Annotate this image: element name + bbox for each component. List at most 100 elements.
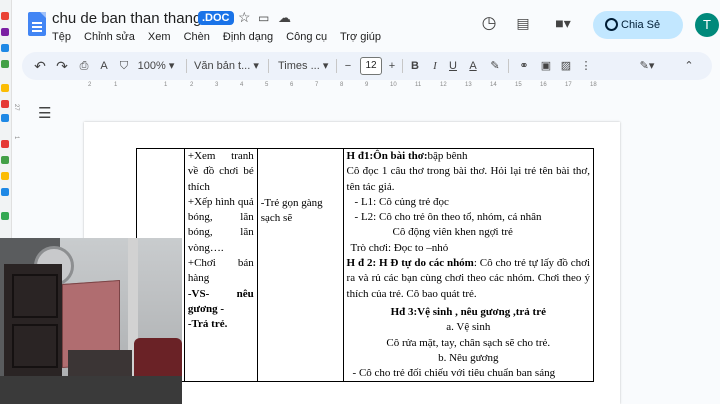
content-paragraph: Cô rửa mặt, tay, chân sạch sẽ cho trẻ.	[386, 336, 551, 349]
activity-text: -VS- nêu gương -	[187, 287, 254, 315]
editing-mode-icon[interactable]: ✎▾	[634, 52, 660, 80]
ruler-mark: 4	[240, 82, 244, 88]
insert-image-icon[interactable]: ▨	[558, 52, 574, 80]
app-icon[interactable]	[1, 44, 9, 52]
paint-format-icon[interactable]: ⛉	[116, 52, 132, 80]
ruler-mark: 10	[390, 82, 397, 88]
lesson-table: +Xem tranh về đồ chơi bé thích +Xếp hình…	[136, 147, 595, 383]
app-icon[interactable]	[1, 114, 9, 122]
ruler-mark: 7	[315, 82, 319, 88]
more-options-icon[interactable]: ⋮	[578, 52, 594, 80]
app-icon[interactable]	[1, 60, 9, 68]
share-label: Chia Sẻ	[621, 19, 661, 31]
table-cell-content[interactable]: H đ1:Ôn bài thơ:bập bênh Cô đọc 1 câu th…	[342, 147, 595, 383]
ruler-mark: 11	[415, 82, 422, 88]
content-list-item: Cô động viên khen ngợi trẻ	[392, 226, 513, 239]
bold-icon[interactable]: B	[408, 52, 422, 80]
table-cell-goal[interactable]: -Trẻ gọn gàng sạch sẽ	[256, 147, 344, 383]
table-cell-activities[interactable]: +Xem tranh về đồ chơi bé thích +Xếp hình…	[183, 147, 258, 383]
docs-logo-icon[interactable]	[28, 12, 46, 36]
italic-icon[interactable]: I	[428, 52, 442, 80]
formatting-toolbar: ↶ ↷ ⎙ A ⛉ 100% ▾ Văn bản t... ▾ Times ..…	[22, 52, 712, 80]
app-icon[interactable]	[1, 188, 9, 196]
avatar[interactable]: T	[695, 13, 719, 37]
history-icon[interactable]: ◷	[478, 12, 500, 34]
menu-item-help[interactable]: Trợ giúp	[340, 31, 381, 43]
ruler-mark: 1	[13, 136, 19, 140]
activity-text: -Trả trẻ.	[187, 318, 228, 331]
menu-item-edit[interactable]: Chỉnh sửa	[84, 31, 135, 43]
ruler-mark: 17	[565, 82, 572, 88]
menu-item-format[interactable]: Định dạng	[223, 31, 273, 43]
horizontal-ruler[interactable]: 2 1 1 2 3 4 5 6 7 8 9 10 11 12 13 14 15 …	[84, 82, 620, 92]
content-subheading: b. Nêu gương	[438, 351, 499, 364]
activity-text: +Xem tranh về đồ chơi bé thích	[187, 150, 254, 193]
comments-icon[interactable]: ▤	[512, 12, 534, 34]
move-folder-icon[interactable]: ▭	[258, 11, 269, 25]
zoom-value: 100%	[137, 60, 166, 72]
collapse-toolbar-icon[interactable]: ⌃	[682, 52, 696, 80]
spellcheck-icon[interactable]: A	[96, 52, 112, 80]
redo-icon[interactable]: ↷	[54, 52, 70, 80]
ruler-mark: 5	[265, 82, 269, 88]
ruler-mark: 9	[365, 82, 369, 88]
heading-bold: H đ1:Ôn bài thơ:	[346, 150, 428, 162]
share-button[interactable]: Chia Sẻ	[593, 11, 683, 39]
add-comment-icon[interactable]: ▣	[538, 52, 554, 80]
ruler-mark: 18	[590, 82, 597, 88]
style-select[interactable]: Văn bản t... ▾	[194, 52, 264, 80]
app-icon[interactable]	[1, 156, 9, 164]
desk-image	[0, 376, 182, 404]
app-icon[interactable]	[1, 212, 9, 220]
heading-rest: bập bênh	[427, 150, 468, 162]
meet-video-icon[interactable]: ■▾	[548, 12, 578, 34]
document-title[interactable]: chu de ban than thang 10	[52, 10, 222, 27]
underline-icon[interactable]: U	[446, 52, 460, 80]
ruler-mark: 13	[465, 82, 472, 88]
app-icon[interactable]	[1, 84, 9, 92]
font-select[interactable]: Times ... ▾	[278, 52, 334, 80]
content-heading: H đ1:Ôn bài thơ:bập bênh	[347, 149, 590, 164]
content-paragraph: Trò chơi: Đọc to –nhỏ	[350, 241, 449, 254]
app-icon[interactable]	[1, 12, 9, 20]
menu-item-insert[interactable]: Chèn	[184, 31, 210, 43]
undo-icon[interactable]: ↶	[32, 52, 48, 80]
activity-text: +Chơi bán hàng	[187, 257, 254, 285]
font-size-input[interactable]: 12	[360, 57, 382, 75]
app-icon[interactable]	[1, 28, 9, 36]
app-icon[interactable]	[1, 172, 9, 180]
increase-font-button[interactable]: +	[386, 52, 398, 80]
goal-text: -Trẻ gọn gàng sạch sẽ	[260, 197, 323, 225]
ruler-mark: 15	[515, 82, 522, 88]
menu-item-view[interactable]: Xem	[148, 31, 171, 43]
ruler-mark: 27	[13, 104, 19, 111]
ruler-mark: 1	[114, 82, 118, 88]
ruler-mark: 16	[540, 82, 547, 88]
ruler-mark: 14	[490, 82, 497, 88]
font-value: Times ...	[278, 60, 320, 72]
star-icon[interactable]: ☆	[238, 9, 251, 26]
title-bar: chu de ban than thang 10 .DOC ☆ ▭ ☁ Tệp …	[12, 0, 720, 50]
heading-bold: H đ 2: H Đ tự do các nhóm	[346, 257, 474, 270]
webcam-overlay	[0, 238, 182, 404]
app-icon[interactable]	[1, 140, 9, 148]
activity-text: +Xếp hình quả bóng, lăn bóng, lăn vòng….	[187, 195, 254, 254]
content-list-item: - L2: Cô cho trẻ ôn theo tổ, nhóm, cá nh…	[354, 211, 542, 224]
content-paragraph: Cô đọc 1 câu thơ trong bài thơ. Hỏi lại …	[346, 165, 590, 193]
app-icon[interactable]	[1, 100, 9, 108]
decrease-font-button[interactable]: −	[342, 52, 354, 80]
menu-item-file[interactable]: Tệp	[52, 31, 71, 43]
menu-item-tools[interactable]: Công cụ	[286, 31, 327, 43]
globe-icon	[605, 18, 618, 31]
document-outline-icon[interactable]: ☰	[38, 104, 51, 122]
menu-bar: Tệp Chỉnh sửa Xem Chèn Định dạng Công cụ…	[52, 31, 391, 43]
print-icon[interactable]: ⎙	[76, 52, 92, 80]
ruler-mark: 2	[88, 82, 92, 88]
link-icon[interactable]: ⚭	[516, 52, 532, 80]
content-list-item: - L1: Cô củng trẻ đọc	[354, 195, 449, 208]
zoom-select[interactable]: 100% ▾	[136, 52, 176, 80]
cloud-status-icon[interactable]: ☁	[278, 10, 291, 26]
highlight-icon[interactable]: ✎	[488, 52, 502, 80]
text-color-icon[interactable]: A	[466, 52, 480, 80]
ruler-mark: 8	[340, 82, 344, 88]
